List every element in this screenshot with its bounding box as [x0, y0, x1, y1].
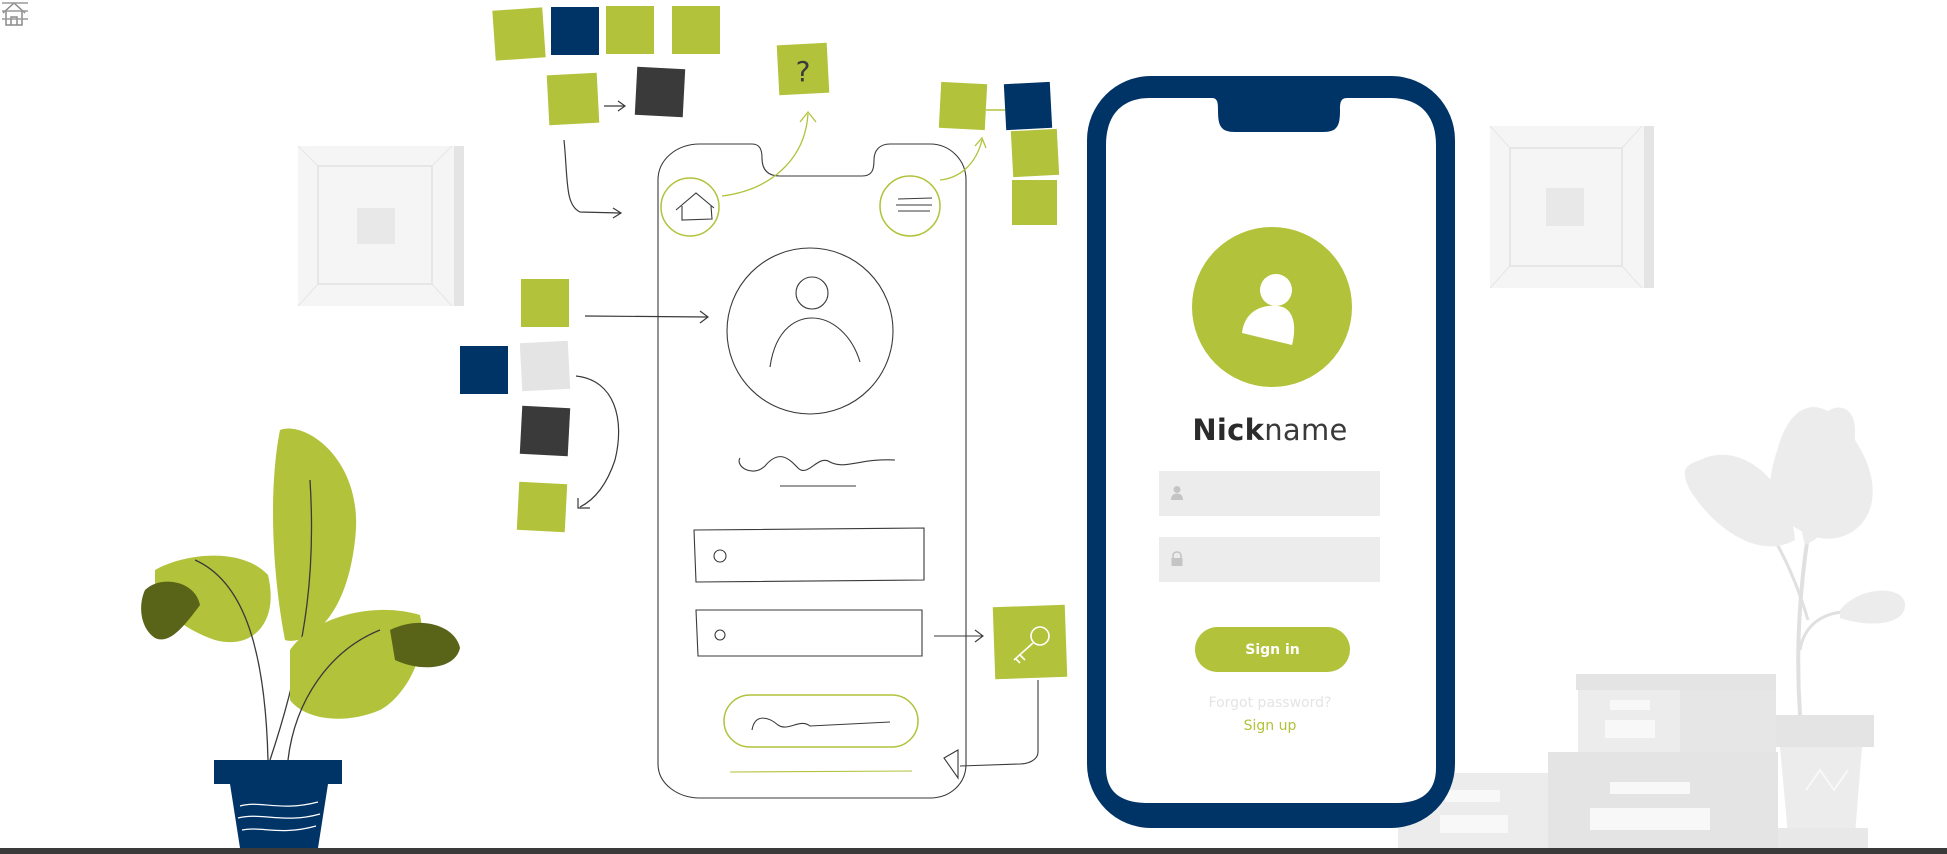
- forgot-password-link[interactable]: Forgot password?: [1155, 695, 1385, 711]
- wall-frame-right: [1489, 125, 1654, 289]
- username-field[interactable]: [1159, 471, 1380, 516]
- background-art: ?: [0, 6, 1947, 854]
- key-note: [992, 604, 1068, 680]
- phone-mockup: [1087, 76, 1455, 828]
- floor-line: [0, 848, 1947, 854]
- lock-icon: [1171, 551, 1183, 566]
- menu-icon[interactable]: [0, 0, 30, 22]
- question-icon: ?: [796, 55, 811, 88]
- wall-frame-left: [297, 145, 464, 307]
- sign-up-link[interactable]: Sign up: [1155, 718, 1385, 734]
- user-icon: [1171, 486, 1183, 500]
- sticky-notes-right: [938, 81, 1060, 225]
- sign-in-button[interactable]: Sign in: [1195, 627, 1350, 672]
- password-field[interactable]: [1159, 537, 1380, 582]
- nickname-label: Nickname: [1105, 413, 1435, 447]
- nickname-bold: Nick: [1192, 413, 1265, 447]
- potted-plant: [141, 428, 460, 848]
- nickname-rest: name: [1264, 413, 1348, 447]
- sticky-notes-top: ?: [492, 6, 830, 219]
- sticky-notes-left: [460, 279, 709, 533]
- illustration-stage: ? Nickname Sign in Forgot password? Sign…: [0, 0, 1947, 854]
- wireframe-sketch: [657, 110, 1039, 799]
